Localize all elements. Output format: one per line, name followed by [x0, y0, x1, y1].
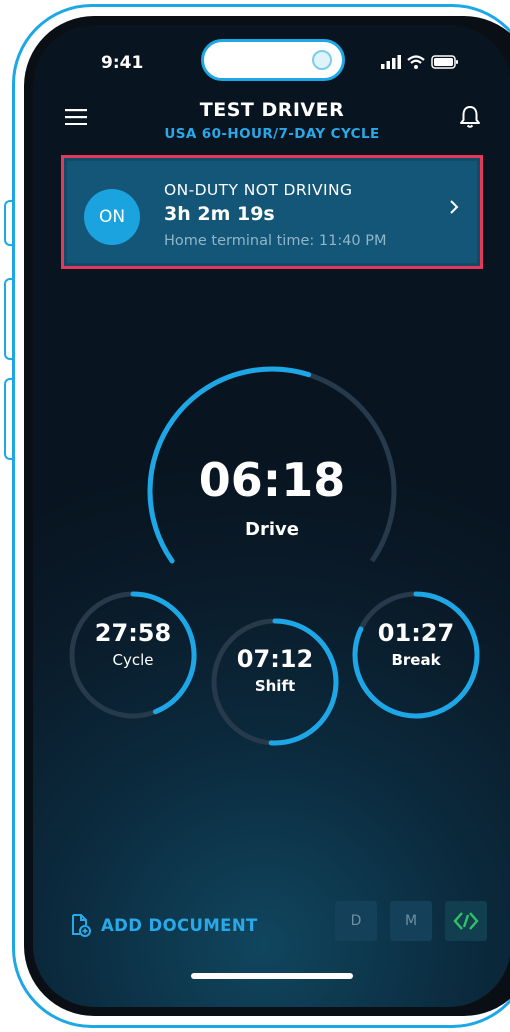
cycle-time-label: Cycle [112, 651, 154, 669]
drive-time-label: Drive [245, 519, 299, 540]
app-screen: 9:41 TEST DRIVER USA 60-HOUR/7-DAY CYCLE [33, 25, 510, 1007]
add-document-icon [72, 914, 91, 937]
shift-time-value: 07:12 [236, 645, 314, 673]
drive-time-value: 06:18 [198, 453, 346, 507]
add-document-label: ADD DOCUMENT [101, 915, 258, 935]
driving-mode-button[interactable]: D [335, 901, 377, 941]
link-connected-icon [453, 912, 479, 930]
home-indicator[interactable] [191, 973, 353, 979]
break-time-value: 01:27 [377, 619, 455, 647]
cycle-time-value: 27:58 [94, 619, 172, 647]
add-document-button[interactable]: ADD DOCUMENT [71, 913, 258, 937]
gauges [69, 366, 480, 746]
break-time-label: Break [391, 651, 441, 669]
connection-button[interactable] [445, 901, 487, 941]
shift-time-label: Shift [254, 677, 296, 695]
mode-m-button[interactable]: M [390, 901, 432, 941]
